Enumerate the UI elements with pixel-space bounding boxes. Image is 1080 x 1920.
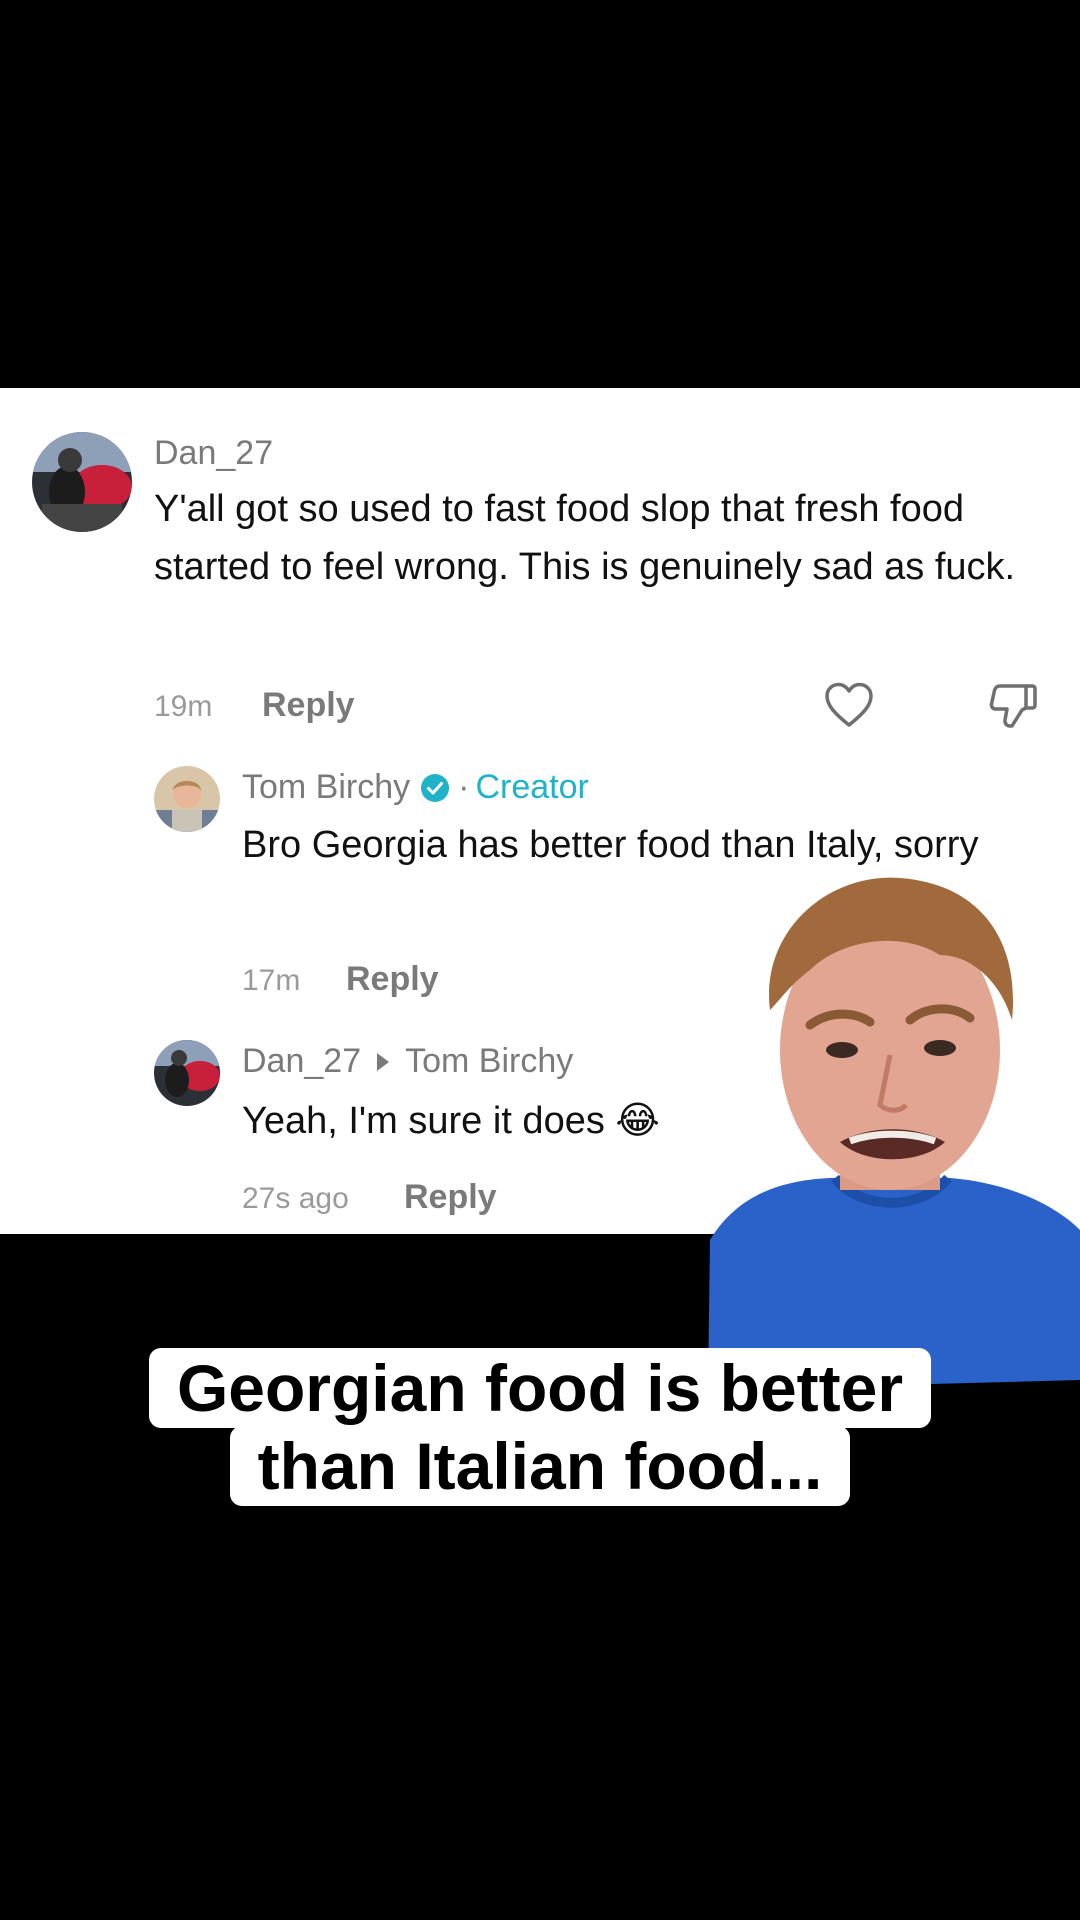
avatar[interactable] bbox=[154, 766, 220, 832]
caption-line: Georgian food is better bbox=[148, 1348, 932, 1428]
video-frame: Dan_27 Y'all got so used to fast food sl… bbox=[0, 0, 1080, 1920]
comment-username[interactable]: Dan_27 bbox=[154, 434, 273, 473]
avatar[interactable] bbox=[154, 1040, 220, 1106]
comment-username[interactable]: Tom Birchy bbox=[242, 768, 410, 807]
comment-text: Y'all got so used to fast food slop that… bbox=[154, 488, 1016, 588]
creator-badge: Creator bbox=[475, 768, 589, 806]
reply-to-username[interactable]: Tom Birchy bbox=[405, 1042, 573, 1081]
reply-button[interactable]: Reply bbox=[404, 1178, 497, 1217]
creator-reply-header: Tom Birchy · Creator bbox=[242, 768, 589, 807]
reply-header: Dan_27 Tom Birchy bbox=[242, 1042, 573, 1081]
comment-timestamp: 27s ago bbox=[242, 1182, 349, 1215]
reply-button[interactable]: Reply bbox=[346, 960, 439, 999]
thumbs-down-icon[interactable] bbox=[988, 682, 1038, 730]
comment-username[interactable]: Dan_27 bbox=[242, 1042, 361, 1081]
comment-timestamp: 17m bbox=[242, 964, 301, 997]
caption-line: than Italian food... bbox=[229, 1426, 851, 1506]
video-caption: Georgian food is better than Italian foo… bbox=[0, 1348, 1080, 1506]
separator: · bbox=[458, 768, 470, 806]
avatar[interactable] bbox=[32, 432, 132, 532]
comment-timestamp: 19m bbox=[154, 690, 213, 723]
verified-check-icon bbox=[420, 773, 450, 803]
creator-video-overlay bbox=[700, 860, 1080, 1400]
reply-button[interactable]: Reply bbox=[262, 686, 355, 725]
reply-arrow-icon bbox=[377, 1052, 390, 1071]
heart-icon[interactable] bbox=[824, 682, 874, 728]
